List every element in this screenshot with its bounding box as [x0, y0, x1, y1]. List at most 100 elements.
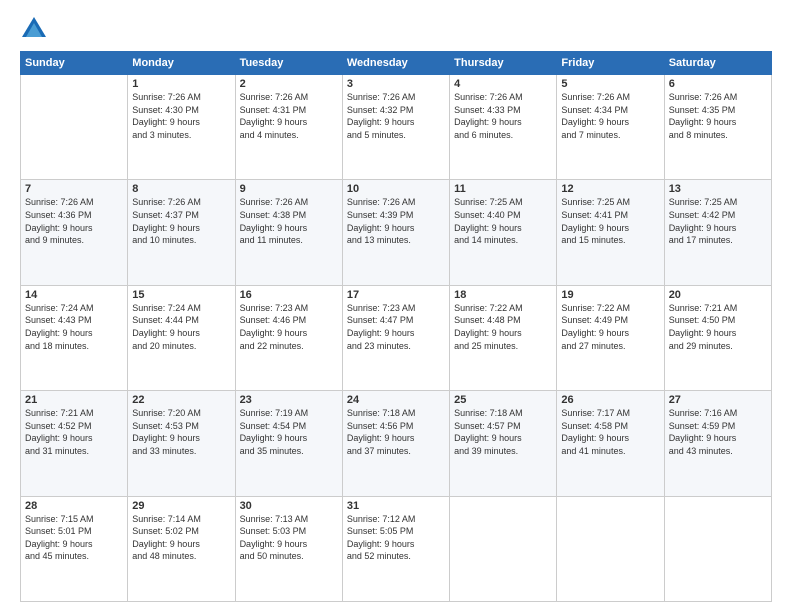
calendar-cell	[21, 75, 128, 180]
calendar-cell: 17Sunrise: 7:23 AMSunset: 4:47 PMDayligh…	[342, 285, 449, 390]
day-number: 24	[347, 394, 445, 406]
page: SundayMondayTuesdayWednesdayThursdayFrid…	[0, 0, 792, 612]
day-number: 19	[561, 289, 659, 301]
day-number: 4	[454, 78, 552, 90]
weekday-header-tuesday: Tuesday	[235, 52, 342, 75]
day-info: Sunrise: 7:25 AMSunset: 4:40 PMDaylight:…	[454, 196, 552, 246]
calendar-cell: 2Sunrise: 7:26 AMSunset: 4:31 PMDaylight…	[235, 75, 342, 180]
header	[20, 15, 772, 43]
calendar-week-row: 7Sunrise: 7:26 AMSunset: 4:36 PMDaylight…	[21, 180, 772, 285]
day-info: Sunrise: 7:12 AMSunset: 5:05 PMDaylight:…	[347, 513, 445, 563]
day-number: 20	[669, 289, 767, 301]
day-info: Sunrise: 7:16 AMSunset: 4:59 PMDaylight:…	[669, 407, 767, 457]
calendar-table: SundayMondayTuesdayWednesdayThursdayFrid…	[20, 51, 772, 602]
calendar-cell: 16Sunrise: 7:23 AMSunset: 4:46 PMDayligh…	[235, 285, 342, 390]
calendar-cell: 19Sunrise: 7:22 AMSunset: 4:49 PMDayligh…	[557, 285, 664, 390]
day-info: Sunrise: 7:18 AMSunset: 4:56 PMDaylight:…	[347, 407, 445, 457]
weekday-header-row: SundayMondayTuesdayWednesdayThursdayFrid…	[21, 52, 772, 75]
day-info: Sunrise: 7:13 AMSunset: 5:03 PMDaylight:…	[240, 513, 338, 563]
calendar-cell: 1Sunrise: 7:26 AMSunset: 4:30 PMDaylight…	[128, 75, 235, 180]
calendar-cell: 28Sunrise: 7:15 AMSunset: 5:01 PMDayligh…	[21, 496, 128, 601]
day-info: Sunrise: 7:14 AMSunset: 5:02 PMDaylight:…	[132, 513, 230, 563]
day-info: Sunrise: 7:25 AMSunset: 4:42 PMDaylight:…	[669, 196, 767, 246]
calendar-cell: 25Sunrise: 7:18 AMSunset: 4:57 PMDayligh…	[450, 391, 557, 496]
logo-icon	[20, 15, 48, 43]
calendar-cell: 22Sunrise: 7:20 AMSunset: 4:53 PMDayligh…	[128, 391, 235, 496]
day-number: 21	[25, 394, 123, 406]
calendar-week-row: 1Sunrise: 7:26 AMSunset: 4:30 PMDaylight…	[21, 75, 772, 180]
day-number: 8	[132, 183, 230, 195]
day-info: Sunrise: 7:24 AMSunset: 4:44 PMDaylight:…	[132, 302, 230, 352]
day-number: 14	[25, 289, 123, 301]
calendar-cell: 8Sunrise: 7:26 AMSunset: 4:37 PMDaylight…	[128, 180, 235, 285]
weekday-header-saturday: Saturday	[664, 52, 771, 75]
day-number: 31	[347, 500, 445, 512]
day-number: 11	[454, 183, 552, 195]
day-number: 27	[669, 394, 767, 406]
weekday-header-wednesday: Wednesday	[342, 52, 449, 75]
weekday-header-friday: Friday	[557, 52, 664, 75]
day-number: 18	[454, 289, 552, 301]
day-info: Sunrise: 7:26 AMSunset: 4:34 PMDaylight:…	[561, 91, 659, 141]
calendar-week-row: 14Sunrise: 7:24 AMSunset: 4:43 PMDayligh…	[21, 285, 772, 390]
day-info: Sunrise: 7:26 AMSunset: 4:32 PMDaylight:…	[347, 91, 445, 141]
calendar-cell: 4Sunrise: 7:26 AMSunset: 4:33 PMDaylight…	[450, 75, 557, 180]
day-info: Sunrise: 7:26 AMSunset: 4:31 PMDaylight:…	[240, 91, 338, 141]
day-number: 12	[561, 183, 659, 195]
day-number: 23	[240, 394, 338, 406]
logo	[20, 15, 54, 43]
calendar-cell: 24Sunrise: 7:18 AMSunset: 4:56 PMDayligh…	[342, 391, 449, 496]
calendar-cell: 6Sunrise: 7:26 AMSunset: 4:35 PMDaylight…	[664, 75, 771, 180]
day-number: 16	[240, 289, 338, 301]
day-number: 10	[347, 183, 445, 195]
day-info: Sunrise: 7:26 AMSunset: 4:30 PMDaylight:…	[132, 91, 230, 141]
day-info: Sunrise: 7:19 AMSunset: 4:54 PMDaylight:…	[240, 407, 338, 457]
calendar-cell	[450, 496, 557, 601]
calendar-body: 1Sunrise: 7:26 AMSunset: 4:30 PMDaylight…	[21, 75, 772, 602]
calendar-week-row: 28Sunrise: 7:15 AMSunset: 5:01 PMDayligh…	[21, 496, 772, 601]
day-info: Sunrise: 7:23 AMSunset: 4:46 PMDaylight:…	[240, 302, 338, 352]
calendar-header: SundayMondayTuesdayWednesdayThursdayFrid…	[21, 52, 772, 75]
calendar-cell: 23Sunrise: 7:19 AMSunset: 4:54 PMDayligh…	[235, 391, 342, 496]
day-info: Sunrise: 7:26 AMSunset: 4:33 PMDaylight:…	[454, 91, 552, 141]
day-info: Sunrise: 7:23 AMSunset: 4:47 PMDaylight:…	[347, 302, 445, 352]
day-info: Sunrise: 7:22 AMSunset: 4:48 PMDaylight:…	[454, 302, 552, 352]
day-number: 9	[240, 183, 338, 195]
day-number: 28	[25, 500, 123, 512]
calendar-cell: 18Sunrise: 7:22 AMSunset: 4:48 PMDayligh…	[450, 285, 557, 390]
day-info: Sunrise: 7:22 AMSunset: 4:49 PMDaylight:…	[561, 302, 659, 352]
day-number: 26	[561, 394, 659, 406]
day-info: Sunrise: 7:26 AMSunset: 4:39 PMDaylight:…	[347, 196, 445, 246]
calendar-cell: 21Sunrise: 7:21 AMSunset: 4:52 PMDayligh…	[21, 391, 128, 496]
day-number: 7	[25, 183, 123, 195]
day-info: Sunrise: 7:24 AMSunset: 4:43 PMDaylight:…	[25, 302, 123, 352]
weekday-header-sunday: Sunday	[21, 52, 128, 75]
day-info: Sunrise: 7:25 AMSunset: 4:41 PMDaylight:…	[561, 196, 659, 246]
day-info: Sunrise: 7:17 AMSunset: 4:58 PMDaylight:…	[561, 407, 659, 457]
day-info: Sunrise: 7:21 AMSunset: 4:52 PMDaylight:…	[25, 407, 123, 457]
calendar-cell: 14Sunrise: 7:24 AMSunset: 4:43 PMDayligh…	[21, 285, 128, 390]
calendar-cell: 11Sunrise: 7:25 AMSunset: 4:40 PMDayligh…	[450, 180, 557, 285]
day-number: 3	[347, 78, 445, 90]
day-info: Sunrise: 7:26 AMSunset: 4:35 PMDaylight:…	[669, 91, 767, 141]
calendar-cell: 30Sunrise: 7:13 AMSunset: 5:03 PMDayligh…	[235, 496, 342, 601]
calendar-cell: 9Sunrise: 7:26 AMSunset: 4:38 PMDaylight…	[235, 180, 342, 285]
day-number: 30	[240, 500, 338, 512]
calendar-cell: 3Sunrise: 7:26 AMSunset: 4:32 PMDaylight…	[342, 75, 449, 180]
day-number: 6	[669, 78, 767, 90]
calendar-week-row: 21Sunrise: 7:21 AMSunset: 4:52 PMDayligh…	[21, 391, 772, 496]
day-info: Sunrise: 7:21 AMSunset: 4:50 PMDaylight:…	[669, 302, 767, 352]
day-number: 5	[561, 78, 659, 90]
calendar-cell: 27Sunrise: 7:16 AMSunset: 4:59 PMDayligh…	[664, 391, 771, 496]
day-number: 15	[132, 289, 230, 301]
calendar-cell: 12Sunrise: 7:25 AMSunset: 4:41 PMDayligh…	[557, 180, 664, 285]
day-number: 13	[669, 183, 767, 195]
calendar-cell: 13Sunrise: 7:25 AMSunset: 4:42 PMDayligh…	[664, 180, 771, 285]
calendar-cell: 10Sunrise: 7:26 AMSunset: 4:39 PMDayligh…	[342, 180, 449, 285]
calendar-cell: 20Sunrise: 7:21 AMSunset: 4:50 PMDayligh…	[664, 285, 771, 390]
calendar-cell: 5Sunrise: 7:26 AMSunset: 4:34 PMDaylight…	[557, 75, 664, 180]
weekday-header-thursday: Thursday	[450, 52, 557, 75]
calendar-cell: 15Sunrise: 7:24 AMSunset: 4:44 PMDayligh…	[128, 285, 235, 390]
day-number: 25	[454, 394, 552, 406]
day-number: 22	[132, 394, 230, 406]
